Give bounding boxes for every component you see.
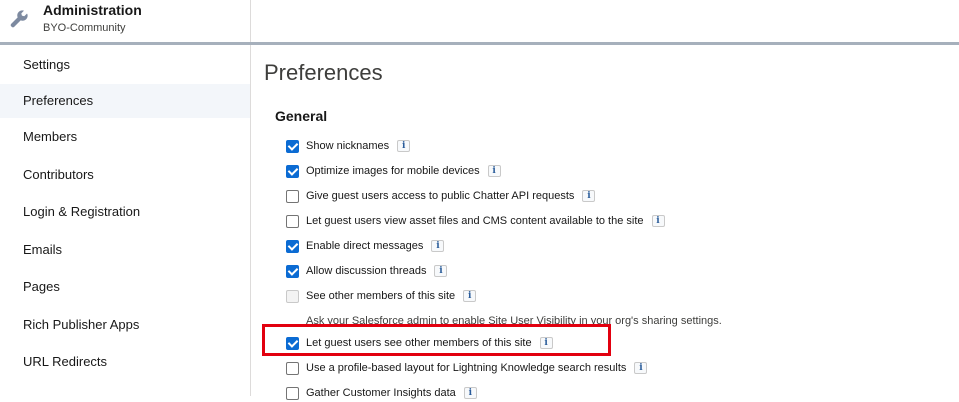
info-icon[interactable]: i xyxy=(397,140,411,152)
wrench-icon xyxy=(10,10,28,28)
sidebar-item-members[interactable]: Members xyxy=(0,120,250,154)
checkbox[interactable] xyxy=(286,139,299,153)
sidebar-item-preferences[interactable]: Preferences xyxy=(0,84,250,118)
pref-label: Show nicknames xyxy=(306,140,390,152)
pref-label: Enable direct messages xyxy=(306,240,424,252)
checkbox[interactable] xyxy=(286,239,299,253)
info-icon[interactable]: i xyxy=(634,362,648,374)
sidebar-item-rich-publisher-apps[interactable]: Rich Publisher Apps xyxy=(0,308,250,342)
app-header-branding: Administration BYO-Community xyxy=(0,0,251,42)
pref-optimize-images: Optimize images for mobile devices i xyxy=(286,162,501,180)
pref-see-other-members: See other members of this site i xyxy=(286,287,477,305)
sidebar-item-login-registration[interactable]: Login & Registration xyxy=(0,195,250,229)
pref-profile-based-layout: Use a profile-based layout for Lightning… xyxy=(286,359,648,377)
app-title: Administration xyxy=(43,2,142,18)
pref-label: See other members of this site xyxy=(306,290,456,302)
checkbox[interactable] xyxy=(286,264,299,278)
checkbox[interactable] xyxy=(286,164,299,178)
pref-guest-asset-files: Let guest users view asset files and CMS… xyxy=(286,212,665,230)
pref-label: Give guest users access to public Chatte… xyxy=(306,190,575,202)
info-icon[interactable]: i xyxy=(463,387,477,399)
info-icon[interactable]: i xyxy=(463,290,477,302)
checkbox[interactable] xyxy=(286,361,299,375)
page-title: Preferences xyxy=(264,60,383,85)
info-icon[interactable]: i xyxy=(651,215,665,227)
pref-label: Gather Customer Insights data xyxy=(306,387,456,399)
pref-guest-chatter-api: Give guest users access to public Chatte… xyxy=(286,187,596,205)
sidebar-item-emails[interactable]: Emails xyxy=(0,233,250,267)
pref-show-nicknames: Show nicknames i xyxy=(286,137,411,155)
info-icon[interactable]: i xyxy=(582,190,596,202)
checkbox[interactable] xyxy=(286,214,299,228)
checkbox xyxy=(286,289,299,303)
pref-label: Allow discussion threads xyxy=(306,265,427,277)
pref-label: Optimize images for mobile devices xyxy=(306,165,480,177)
section-title-general: General xyxy=(275,108,328,124)
sidebar-item-pages[interactable]: Pages xyxy=(0,270,250,304)
info-icon[interactable]: i xyxy=(434,265,448,277)
pref-label: Use a profile-based layout for Lightning… xyxy=(306,362,627,374)
pref-label: Let guest users view asset files and CMS… xyxy=(306,215,644,227)
sidebar-item-contributors[interactable]: Contributors xyxy=(0,158,250,192)
sidebar-item-settings[interactable]: Settings xyxy=(0,48,250,82)
info-icon[interactable]: i xyxy=(431,240,445,252)
pref-discussion-threads: Allow discussion threads i xyxy=(286,262,448,280)
sidebar-item-url-redirects[interactable]: URL Redirects xyxy=(0,345,250,379)
checkbox[interactable] xyxy=(286,386,299,400)
pref-direct-messages: Enable direct messages i xyxy=(286,237,445,255)
checkbox[interactable] xyxy=(286,189,299,203)
pref-customer-insights: Gather Customer Insights data i xyxy=(286,384,477,402)
info-icon[interactable]: i xyxy=(487,165,501,177)
highlight-annotation-box xyxy=(262,324,611,356)
app-header: Administration BYO-Community xyxy=(0,0,959,45)
sidebar-nav: Settings Preferences Members Contributor… xyxy=(0,45,251,396)
app-subtitle: BYO-Community xyxy=(43,22,126,34)
